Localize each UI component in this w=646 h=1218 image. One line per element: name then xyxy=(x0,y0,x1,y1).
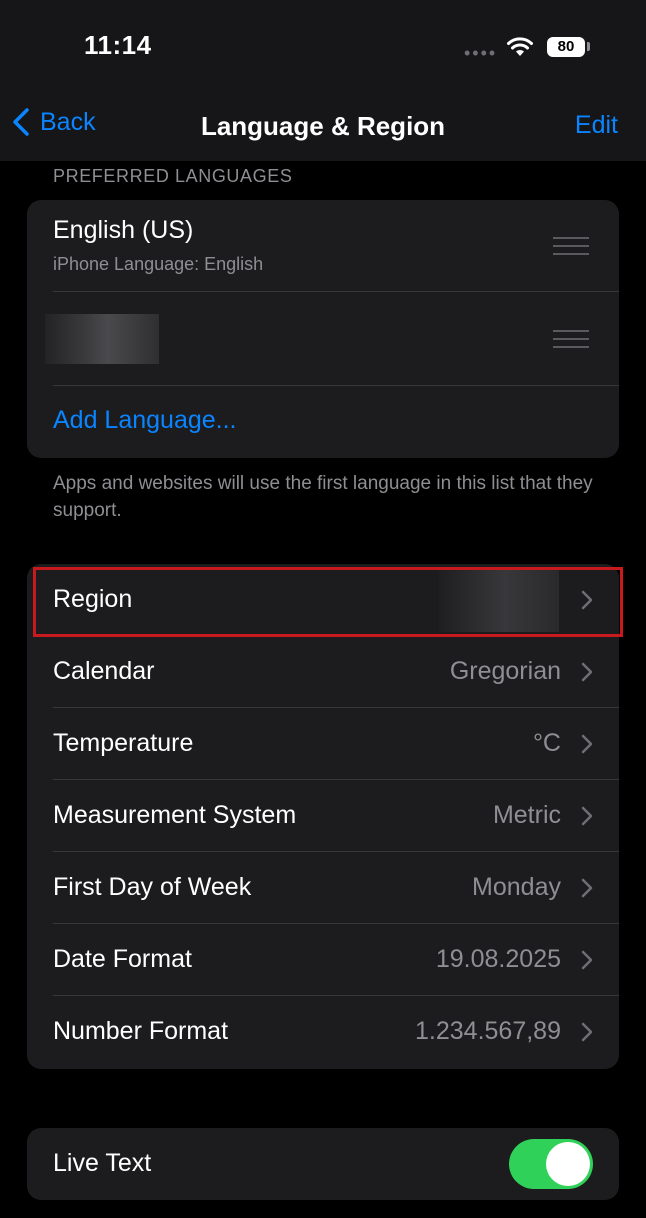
row-value: 1.234.567,89 xyxy=(415,1017,561,1045)
region-settings-list: Region Calendar Gregorian Temperature °C… xyxy=(27,564,619,1069)
signal-icon: •••• xyxy=(464,43,498,63)
battery-tip xyxy=(587,42,590,51)
add-language-button[interactable]: Add Language... xyxy=(53,406,237,435)
language-row-english[interactable]: English (US) iPhone Language: English xyxy=(27,200,619,292)
live-text-toggle[interactable] xyxy=(509,1139,593,1189)
temperature-row[interactable]: Temperature °C xyxy=(27,708,619,780)
navigation-bar: Back Language & Region Edit xyxy=(0,95,646,161)
languages-footer-note: Apps and websites will use the first lan… xyxy=(53,473,593,521)
row-label: Temperature xyxy=(53,729,194,757)
row-value: °C xyxy=(532,729,561,757)
chevron-right-icon xyxy=(581,1022,593,1042)
date-format-row[interactable]: Date Format 19.08.2025 xyxy=(27,924,619,996)
chevron-right-icon xyxy=(581,950,593,970)
region-highlight-box xyxy=(33,567,623,637)
chevron-right-icon xyxy=(581,878,593,898)
row-label: Live Text xyxy=(53,1149,152,1177)
row-value: Monday xyxy=(472,873,561,901)
calendar-row[interactable]: Calendar Gregorian xyxy=(27,636,619,708)
languages-list: English (US) iPhone Language: English Ad… xyxy=(27,200,619,458)
row-label: Calendar xyxy=(53,657,155,685)
row-label: Date Format xyxy=(53,945,192,973)
language-subtitle: iPhone Language: English xyxy=(53,254,264,274)
number-format-row[interactable]: Number Format 1.234.567,89 xyxy=(27,996,619,1068)
measurement-system-row[interactable]: Measurement System Metric xyxy=(27,780,619,852)
chevron-right-icon xyxy=(581,806,593,826)
wifi-icon xyxy=(506,36,534,63)
row-label: First Day of Week xyxy=(53,873,252,901)
page-title: Language & Region xyxy=(200,111,446,141)
chevron-right-icon xyxy=(581,734,593,754)
live-text-row: Live Text xyxy=(27,1128,619,1200)
status-time: 11:14 xyxy=(84,30,152,60)
row-label: Measurement System xyxy=(53,801,297,829)
first-day-of-week-row[interactable]: First Day of Week Monday xyxy=(27,852,619,924)
language-row-redacted[interactable] xyxy=(27,292,619,386)
chevron-right-icon xyxy=(581,662,593,682)
status-bar: 11:14 •••• 80 xyxy=(0,0,646,95)
row-value: Gregorian xyxy=(449,657,561,685)
reorder-handle-icon[interactable] xyxy=(553,330,589,348)
edit-button[interactable]: Edit xyxy=(575,111,618,140)
live-text-group: Live Text xyxy=(27,1128,619,1200)
row-label: Number Format xyxy=(53,1017,229,1045)
row-value: Metric xyxy=(492,801,561,829)
reorder-handle-icon[interactable] xyxy=(553,237,589,255)
preferred-languages-header: PREFERRED LANGUAGES xyxy=(53,166,293,186)
row-value: 19.08.2025 xyxy=(435,945,561,973)
language-name: English (US) xyxy=(53,216,194,244)
redacted-language-name xyxy=(45,314,159,364)
battery-icon: 80 xyxy=(547,37,585,57)
toggle-knob xyxy=(546,1142,590,1186)
add-language-row[interactable]: Add Language... xyxy=(27,386,619,458)
